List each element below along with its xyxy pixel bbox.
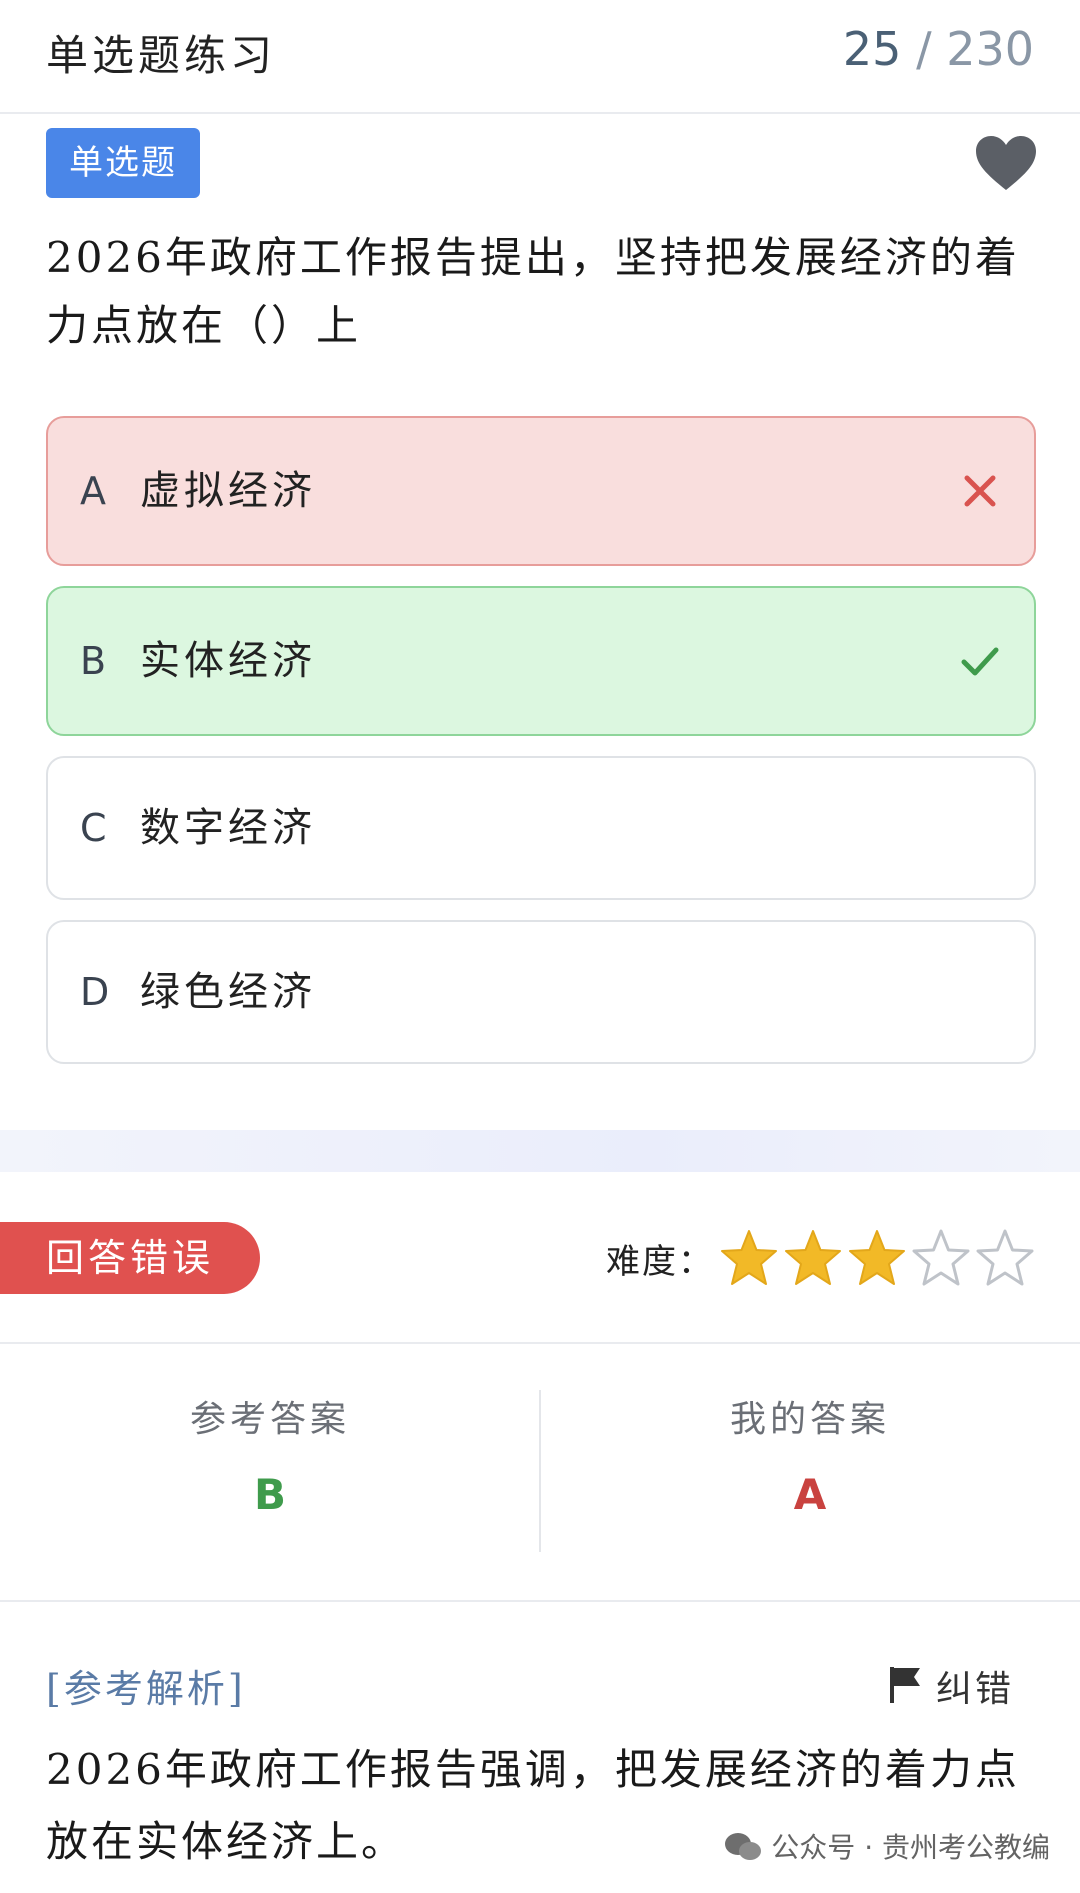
- star-empty-icon: [976, 1229, 1034, 1286]
- watermark: 公众号 · 贵州考公教编: [723, 1826, 1050, 1866]
- watermark-text: 公众号 · 贵州考公教编: [771, 1831, 1050, 1864]
- star-empty-icon: [912, 1229, 970, 1286]
- current-index: 25: [842, 22, 902, 76]
- reference-answer: 参考答案 B: [0, 1390, 540, 1519]
- option-c[interactable]: C 数字经济: [46, 756, 1036, 900]
- flag-icon: [888, 1665, 922, 1705]
- option-letter: A: [80, 469, 106, 513]
- counter-separator: /: [916, 22, 932, 76]
- question-counter: 25 / 230: [843, 22, 1034, 76]
- star-filled-icon: [721, 1230, 777, 1285]
- star-filled-icon: [785, 1230, 841, 1285]
- my-answer-value: A: [793, 1470, 827, 1519]
- reference-answer-label: 参考答案: [189, 1399, 350, 1440]
- option-b[interactable]: B 实体经济: [46, 586, 1036, 736]
- option-text: 数字经济: [140, 805, 316, 851]
- option-text: 实体经济: [140, 638, 316, 684]
- heart-icon[interactable]: [974, 134, 1038, 192]
- analysis-title: [参考解析]: [46, 1667, 246, 1711]
- page-title: 单选题练习: [46, 31, 277, 80]
- question-type-badge: 单选题: [46, 128, 200, 198]
- report-error-label: 纠错: [935, 1669, 1014, 1710]
- section-divider: [0, 1130, 1080, 1172]
- difficulty-label: 难度：: [606, 1242, 714, 1282]
- divider: [0, 1600, 1080, 1602]
- option-a[interactable]: A 虚拟经济: [46, 416, 1036, 566]
- option-text: 虚拟经济: [140, 468, 316, 514]
- my-answer-label: 我的答案: [729, 1399, 890, 1440]
- check-icon: [960, 641, 1000, 681]
- close-icon: [960, 471, 1000, 511]
- option-letter: B: [80, 639, 107, 683]
- divider: [0, 1342, 1080, 1344]
- option-text: 绿色经济: [140, 969, 316, 1015]
- option-d[interactable]: D 绿色经济: [46, 920, 1036, 1064]
- option-letter: C: [80, 806, 107, 850]
- option-letter: D: [80, 970, 110, 1014]
- my-answer: 我的答案 A: [540, 1390, 1080, 1519]
- reference-answer-value: B: [253, 1470, 286, 1519]
- top-bar: 单选题练习 25 / 230: [0, 0, 1080, 114]
- total-count: 230: [946, 22, 1034, 76]
- wechat-icon: [723, 1831, 763, 1863]
- result-badge: 回答错误: [0, 1222, 260, 1294]
- difficulty-rating: [718, 1228, 1036, 1290]
- star-filled-icon: [849, 1230, 905, 1285]
- report-error-button[interactable]: 纠错: [888, 1660, 1014, 1712]
- question-text: 2026年政府工作报告提出，坚持把发展经济的着力点放在（）上: [46, 233, 1020, 350]
